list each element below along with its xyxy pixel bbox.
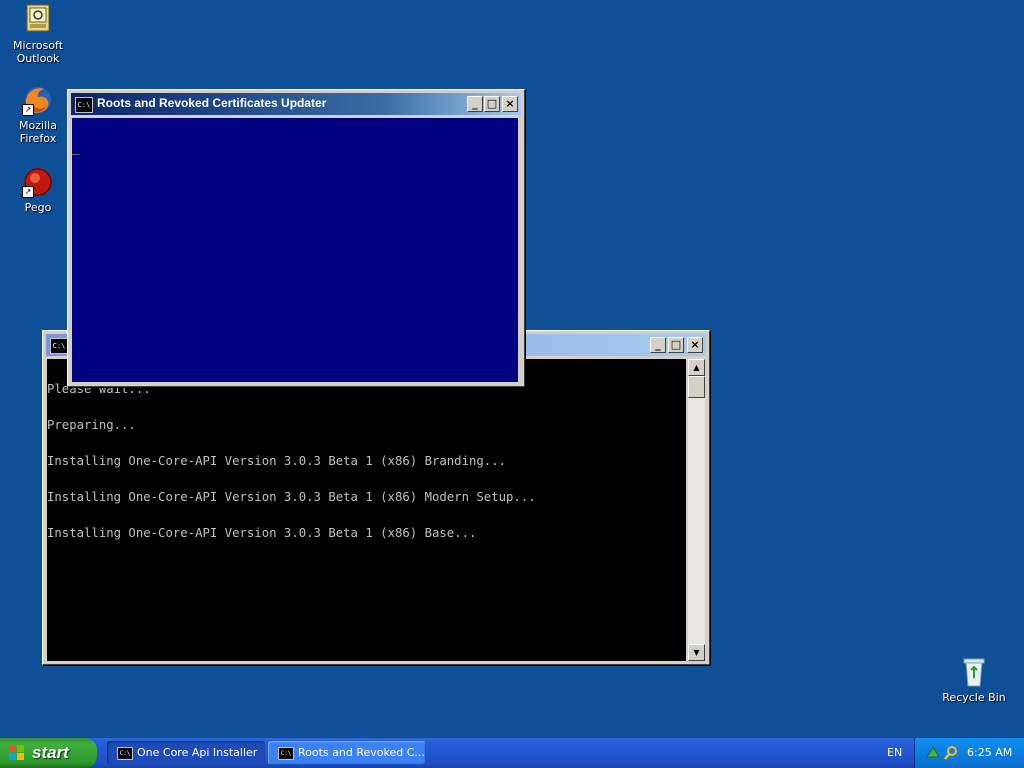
- shortcut-arrow-icon: ↗: [22, 104, 34, 116]
- search-icon[interactable]: [943, 745, 959, 761]
- console-output[interactable]: Please wait... Preparing... Installing O…: [47, 359, 686, 661]
- minimize-button[interactable]: _: [467, 96, 483, 112]
- window-title: Roots and Revoked Certificates Updater: [97, 96, 327, 110]
- clock[interactable]: 6:25 AM: [967, 746, 1012, 759]
- console-line: Installing One-Core-API Version 3.0.3 Be…: [47, 490, 536, 504]
- certificates-updater-window[interactable]: C:\ Roots and Revoked Certificates Updat…: [67, 89, 525, 387]
- desktop-icon-label: Mozilla Firefox: [19, 119, 57, 145]
- desktop-icon-outlook[interactable]: Microsoft Outlook: [0, 4, 76, 65]
- maximize-button[interactable]: □: [484, 96, 500, 112]
- console-app-icon: C:\: [117, 747, 133, 760]
- console-cursor: _: [72, 141, 80, 155]
- desktop-icon-pego[interactable]: ↗ Pego: [0, 166, 76, 214]
- firefox-icon: ↗: [22, 84, 54, 116]
- close-button[interactable]: ×: [502, 96, 518, 112]
- desktop: Microsoft Outlook ↗ Mozilla Firefox ↗ Pe…: [0, 0, 1024, 738]
- taskbar-button-label: One Core Api Installer: [137, 746, 258, 759]
- taskbar-button-label: Roots and Revoked C...: [298, 746, 425, 759]
- desktop-icon-label: Pego: [24, 201, 52, 214]
- network-icon[interactable]: [925, 745, 941, 761]
- start-button[interactable]: start: [0, 738, 97, 768]
- outlook-icon: [22, 4, 54, 36]
- shortcut-arrow-icon: ↗: [22, 186, 34, 198]
- windows-logo-icon: [9, 745, 25, 761]
- scroll-up-button[interactable]: ▲: [688, 359, 705, 376]
- console-output[interactable]: _: [72, 118, 518, 382]
- desktop-icon-recycle-bin[interactable]: Recycle Bin: [936, 656, 1012, 704]
- start-label: start: [32, 743, 69, 762]
- vertical-scrollbar[interactable]: ▲ ▼: [688, 359, 705, 661]
- recycle-bin-icon: [958, 656, 990, 688]
- taskbar: start C:\ One Core Api Installer C:\ Roo…: [0, 738, 1024, 768]
- console-line: Installing One-Core-API Version 3.0.3 Be…: [47, 454, 507, 468]
- system-tray: 6:25 AM: [914, 738, 1024, 768]
- desktop-icon-label: Outlook: [16, 52, 60, 65]
- console-app-icon: C:\: [75, 97, 93, 113]
- maximize-button[interactable]: □: [668, 337, 684, 353]
- close-button[interactable]: ×: [687, 337, 703, 353]
- desktop-icon-label: Recycle Bin: [942, 691, 1006, 704]
- taskbar-button-installer[interactable]: C:\ One Core Api Installer: [107, 741, 265, 765]
- console-app-icon: C:\: [278, 747, 294, 760]
- title-bar[interactable]: C:\ Roots and Revoked Certificates Updat…: [71, 93, 521, 115]
- minimize-button[interactable]: _: [650, 337, 666, 353]
- console-app-icon: C:\: [50, 338, 68, 354]
- scroll-down-button[interactable]: ▼: [688, 644, 705, 661]
- taskbar-button-certificates-updater[interactable]: C:\ Roots and Revoked C...: [268, 741, 426, 765]
- language-indicator[interactable]: EN: [887, 746, 902, 759]
- desktop-icon-firefox[interactable]: ↗ Mozilla Firefox: [0, 84, 76, 145]
- scroll-thumb[interactable]: [688, 376, 705, 398]
- desktop-icon-label: Microsoft: [12, 39, 64, 52]
- console-line: Installing One-Core-API Version 3.0.3 Be…: [47, 526, 477, 540]
- pego-icon: ↗: [22, 166, 54, 198]
- console-line: Preparing...: [47, 418, 136, 432]
